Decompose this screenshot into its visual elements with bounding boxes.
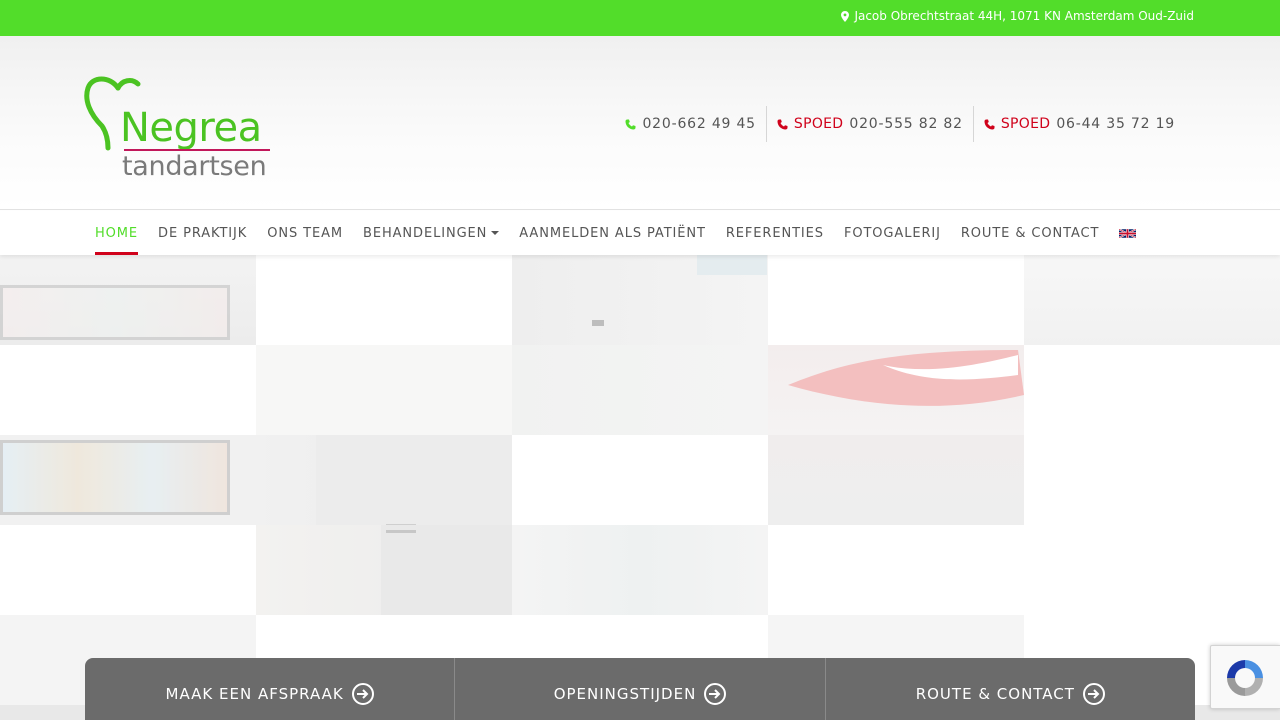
phone-number: 020-662 49 45 bbox=[642, 116, 756, 132]
recaptcha-badge[interactable] bbox=[1210, 645, 1280, 709]
nav-label: REFERENTIES bbox=[725, 225, 824, 241]
arrow-circle-right-icon bbox=[351, 683, 374, 705]
action-label: MAAK EEN AFSPRAAK bbox=[165, 685, 344, 703]
recaptcha-icon bbox=[1227, 660, 1263, 696]
nav-item-language[interactable] bbox=[1109, 211, 1146, 255]
nav-item-route-contact[interactable]: ROUTE & CONTACT bbox=[951, 211, 1110, 255]
phone-list: 020-662 49 45 SPOED 020-555 82 82 SPOED … bbox=[615, 106, 1185, 142]
lips-image-icon bbox=[788, 350, 1024, 406]
action-label: OPENINGSTIJDEN bbox=[553, 685, 697, 703]
logo[interactable]: Negrea tandartsen bbox=[82, 74, 282, 184]
nav-item-referenties[interactable]: REFERENTIES bbox=[716, 211, 834, 255]
emergency-label: SPOED bbox=[1000, 116, 1051, 132]
nav-label: DE PRAKTIJK bbox=[158, 225, 248, 241]
action-label: ROUTE & CONTACT bbox=[915, 685, 1075, 703]
arrow-circle-right-icon bbox=[1082, 683, 1105, 705]
nav-item-ons-team[interactable]: ONS TEAM bbox=[257, 211, 353, 255]
nav-item-fotogalerij[interactable]: FOTOGALERIJ bbox=[834, 211, 951, 255]
arrow-circle-right-icon bbox=[704, 683, 727, 705]
phone-number: 020-555 82 82 bbox=[849, 116, 963, 132]
site-header: Negrea tandartsen 020-662 49 45 SPOED 02… bbox=[0, 36, 1280, 210]
phone-icon bbox=[777, 119, 788, 129]
hero-tile bbox=[512, 345, 768, 435]
hero-tile bbox=[0, 435, 256, 525]
uk-flag-icon bbox=[1119, 227, 1137, 239]
map-marker-icon bbox=[841, 10, 850, 22]
nav-item-behandelingen[interactable]: BEHANDELINGEN bbox=[353, 211, 509, 255]
hero-tile bbox=[256, 525, 512, 615]
hero-tile bbox=[512, 525, 768, 615]
caret-down-icon bbox=[491, 231, 500, 235]
nav-label: AANMELDEN ALS PATIËNT bbox=[519, 225, 706, 241]
hero-slider bbox=[0, 255, 1280, 720]
hero-tile bbox=[0, 255, 256, 345]
logo-sub-text: tandartsen bbox=[122, 151, 267, 182]
phone-main[interactable]: 020-662 49 45 bbox=[615, 106, 765, 142]
logo-subtitle: tandartsen bbox=[122, 151, 267, 182]
phone-icon bbox=[984, 119, 995, 129]
nav-label: FOTOGALERIJ bbox=[843, 225, 941, 241]
route-contact-button[interactable]: ROUTE & CONTACT bbox=[824, 658, 1195, 720]
make-appointment-button[interactable]: MAAK EEN AFSPRAAK bbox=[85, 658, 454, 720]
main-nav: HOME DE PRAKTIJK ONS TEAM BEHANDELINGEN … bbox=[0, 211, 1280, 255]
hero-tile bbox=[256, 345, 512, 435]
hero-tile bbox=[256, 435, 512, 527]
phone-emergency-2[interactable]: SPOED 06-44 35 72 19 bbox=[972, 106, 1185, 142]
phone-icon bbox=[625, 119, 636, 129]
phone-emergency-1[interactable]: SPOED 020-555 82 82 bbox=[765, 106, 973, 142]
hero-tile bbox=[768, 345, 1024, 435]
nav-item-de-praktijk[interactable]: DE PRAKTIJK bbox=[148, 211, 257, 255]
phone-number: 06-44 35 72 19 bbox=[1056, 116, 1175, 132]
nav-label: HOME bbox=[95, 225, 139, 241]
hero-tile bbox=[512, 255, 768, 345]
address[interactable]: Jacob Obrechtstraat 44H, 1071 KN Amsterd… bbox=[841, 9, 1194, 23]
nav-item-home[interactable]: HOME bbox=[85, 211, 148, 255]
nav-label: ONS TEAM bbox=[267, 225, 344, 241]
address-text: Jacob Obrechtstraat 44H, 1071 KN Amsterd… bbox=[854, 9, 1194, 23]
nav-label: ROUTE & CONTACT bbox=[960, 225, 1100, 241]
nav-label: BEHANDELINGEN bbox=[363, 225, 488, 241]
opening-hours-button[interactable]: OPENINGSTIJDEN bbox=[454, 658, 824, 720]
top-bar: Jacob Obrechtstraat 44H, 1071 KN Amsterd… bbox=[0, 0, 1280, 36]
nav-item-aanmelden[interactable]: AANMELDEN ALS PATIËNT bbox=[509, 211, 716, 255]
action-bar: MAAK EEN AFSPRAAK OPENINGSTIJDEN ROUTE &… bbox=[85, 658, 1195, 720]
logo-brand: Negrea bbox=[120, 105, 262, 151]
emergency-label: SPOED bbox=[793, 116, 844, 132]
hero-tile bbox=[768, 435, 1024, 525]
hero-tile bbox=[1024, 255, 1280, 345]
